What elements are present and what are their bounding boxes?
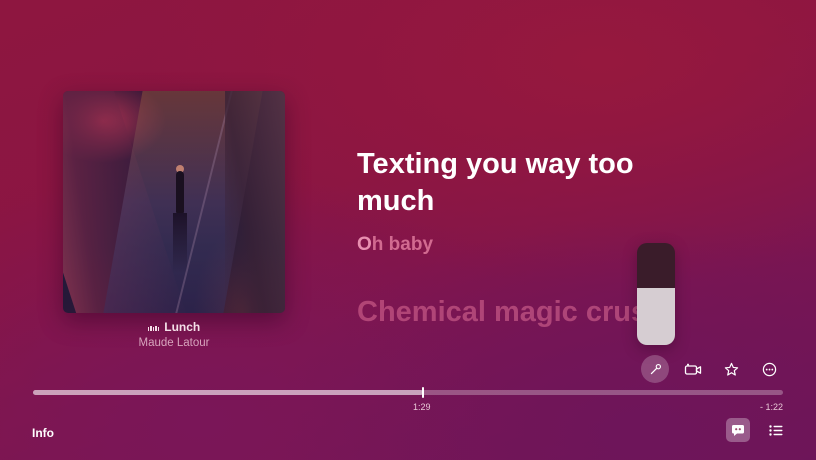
list-icon	[769, 424, 783, 436]
mic-volume-level	[637, 287, 675, 345]
camera-icon	[684, 363, 702, 375]
lyric-upcoming-line[interactable]: Chemical magic crush	[357, 296, 665, 329]
mic-button[interactable]	[641, 355, 669, 383]
playhead[interactable]	[422, 387, 424, 398]
lyrics-bubble-icon	[732, 424, 744, 436]
remaining-time: - 1:22	[759, 402, 783, 412]
lyrics-button[interactable]	[726, 418, 750, 442]
album-artwork[interactable]	[63, 91, 285, 313]
queue-button[interactable]	[766, 420, 786, 440]
now-playing-bars-icon	[147, 320, 161, 334]
track-title[interactable]: Lunch	[0, 320, 348, 334]
microphone-icon	[650, 363, 661, 374]
elapsed-time: 1:29	[413, 402, 431, 412]
info-button[interactable]: Info	[32, 426, 54, 440]
playback-scrubber[interactable]	[33, 387, 783, 398]
more-button[interactable]	[755, 355, 783, 383]
favorite-button[interactable]	[717, 355, 745, 383]
lyric-sung-portion: O	[357, 234, 372, 255]
track-title-text: Lunch	[164, 320, 201, 334]
camera-button[interactable]	[679, 355, 707, 383]
playback-progress-fill	[33, 390, 423, 395]
track-artist[interactable]: Maude Latour	[0, 337, 348, 349]
lyric-next-line[interactable]: Oh baby	[357, 234, 433, 256]
star-icon	[724, 362, 738, 376]
mic-volume-slider[interactable]	[637, 243, 675, 345]
ellipsis-circle-icon	[762, 362, 776, 376]
lyric-current-line[interactable]: Texting you way too much	[357, 146, 657, 220]
lyric-unsung-portion: h baby	[371, 234, 434, 255]
